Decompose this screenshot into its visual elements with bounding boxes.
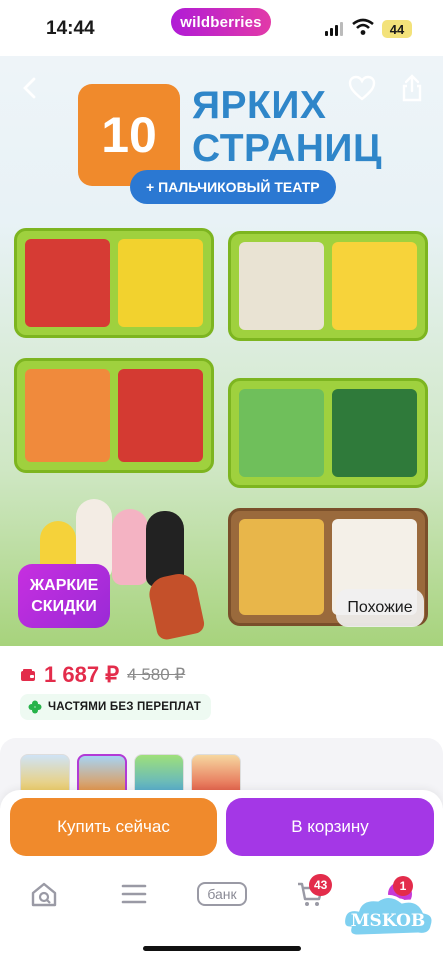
installment-badge[interactable]: ЧАСТЯМИ БЕЗ ПЕРЕПЛАТ [20,694,212,720]
hot-sale-line2: СКИДКИ [31,598,97,615]
home-search-icon [31,882,57,907]
purchase-actions: Купить сейчас В корзину [0,790,443,864]
back-button[interactable] [10,68,50,108]
hot-sale-badge: ЖАРКИЕ СКИДКИ [18,564,110,628]
status-bar: 14:44 wildberries 44 [0,0,443,56]
price-row: 1 687 ₽ 4 580 ₽ [20,662,185,688]
book-illustration-sheep [228,231,428,341]
tab-bank[interactable]: банк [190,876,254,912]
clover-icon [28,700,42,714]
cart-count-badge: 43 [309,874,333,896]
hero-title: ЯРКИХ СТРАНИЦ [192,84,382,170]
brand-logo[interactable]: wildberries [171,8,271,36]
wallet-icon [21,669,35,681]
installment-label: ЧАСТЯМИ БЕЗ ПЕРЕПЛАТ [48,701,202,713]
share-icon [402,74,422,102]
current-price: 1 687 ₽ [44,662,120,687]
old-price: 4 580 ₽ [127,665,186,684]
tab-home[interactable] [22,876,66,912]
svg-text:MSKOB: MSKOB [351,911,426,931]
product-image-carousel[interactable]: 10 ЯРКИХ СТРАНИЦ + ПАЛЬЧИКОВЫЙ ТЕАТР ЖАР… [0,56,443,646]
add-to-cart-button[interactable]: В корзину [226,798,434,856]
hero-subtitle: + ПАЛЬЧИКОВЫЙ ТЕАТР [130,170,336,204]
home-indicator [143,946,301,951]
buy-now-button[interactable]: Купить сейчас [10,798,217,856]
wifi-icon [352,18,374,35]
menu-icon [121,884,147,904]
book-illustration-rooster [14,358,214,473]
book-illustration-garden [228,378,428,488]
battery-icon: 44 [382,20,412,38]
share-button[interactable] [392,68,432,108]
hero-title-line2: СТРАНИЦ [192,127,382,170]
tab-catalog[interactable] [112,876,156,912]
hot-sale-line1: ЖАРКИЕ [29,577,99,594]
book-illustration-farm [14,228,214,338]
similar-items-button[interactable]: Похожие [336,589,424,627]
bank-label: банк [197,882,247,906]
watermark-cloud-icon: MSKOB [342,895,435,938]
status-time: 14:44 [46,18,95,39]
chevron-left-icon [23,77,36,99]
cellular-signal-icon [325,22,345,36]
watermark-logo: MSKOB [338,888,438,948]
hero-title-line1: ЯРКИХ [192,84,327,127]
